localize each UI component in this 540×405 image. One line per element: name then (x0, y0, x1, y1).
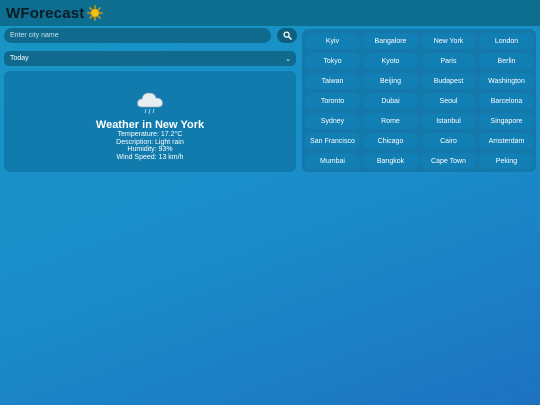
period-select[interactable]: Today ⌄ (4, 51, 296, 66)
city-button[interactable]: Singapore (479, 113, 534, 129)
description-text: Description: Light rain (116, 138, 184, 146)
city-button[interactable]: Berlin (479, 53, 534, 69)
cloud-rain-icon (137, 92, 163, 115)
city-button[interactable]: Cairo (421, 133, 476, 149)
city-button[interactable]: Bangkok (363, 153, 418, 169)
city-button[interactable]: Washington (479, 73, 534, 89)
city-button[interactable]: Seoul (421, 93, 476, 109)
search-button[interactable] (277, 28, 297, 43)
city-button[interactable]: London (479, 33, 534, 49)
city-button[interactable]: Mumbai (305, 153, 360, 169)
city-button[interactable]: Rome (363, 113, 418, 129)
left-panel: Today ⌄ Weather in New York Temperature:… (4, 28, 297, 172)
city-button[interactable]: Taiwan (305, 73, 360, 89)
city-button[interactable]: Kyoto (363, 53, 418, 69)
humidity-text: Humidity: 93% (127, 146, 173, 153)
city-button[interactable]: Istanbul (421, 113, 476, 129)
wind-speed-text: Wind Speed: 13 km/h (116, 153, 184, 161)
app-title: WForecast (6, 4, 85, 22)
city-button[interactable]: Sydney (305, 113, 360, 129)
city-grid: Kyiv Bangalore New York London Tokyo Kyo… (302, 29, 536, 172)
city-button[interactable]: Paris (421, 53, 476, 69)
search-row (4, 28, 297, 43)
city-button[interactable]: Barcelona (479, 93, 534, 109)
city-button[interactable]: Beijing (363, 73, 418, 89)
city-button[interactable]: Budapest (421, 73, 476, 89)
city-button[interactable]: Cape Town (421, 153, 476, 169)
weather-card: Weather in New York Temperature: 17.2°C … (4, 71, 296, 172)
city-button[interactable]: Amsterdam (479, 133, 534, 149)
city-button[interactable]: Chicago (363, 133, 418, 149)
city-button[interactable]: Dubai (363, 93, 418, 109)
city-button[interactable]: San Francisco (305, 133, 360, 149)
city-button[interactable]: Toronto (305, 93, 360, 109)
temperature-text: Temperature: 17.2°C (117, 131, 183, 138)
city-button[interactable]: Peking (479, 153, 534, 169)
search-icon (282, 31, 292, 40)
city-button[interactable]: Tokyo (305, 53, 360, 69)
chevron-down-icon: ⌄ (285, 55, 291, 63)
app-header: WForecast (0, 0, 540, 26)
city-button[interactable]: Bangalore (363, 33, 418, 49)
city-button[interactable]: Kyiv (305, 33, 360, 49)
sun-icon (86, 5, 103, 21)
city-button[interactable]: New York (421, 33, 476, 49)
weather-title: Weather in New York (95, 119, 205, 131)
period-selected-value: Today (10, 55, 29, 62)
city-search-input[interactable] (4, 28, 271, 43)
